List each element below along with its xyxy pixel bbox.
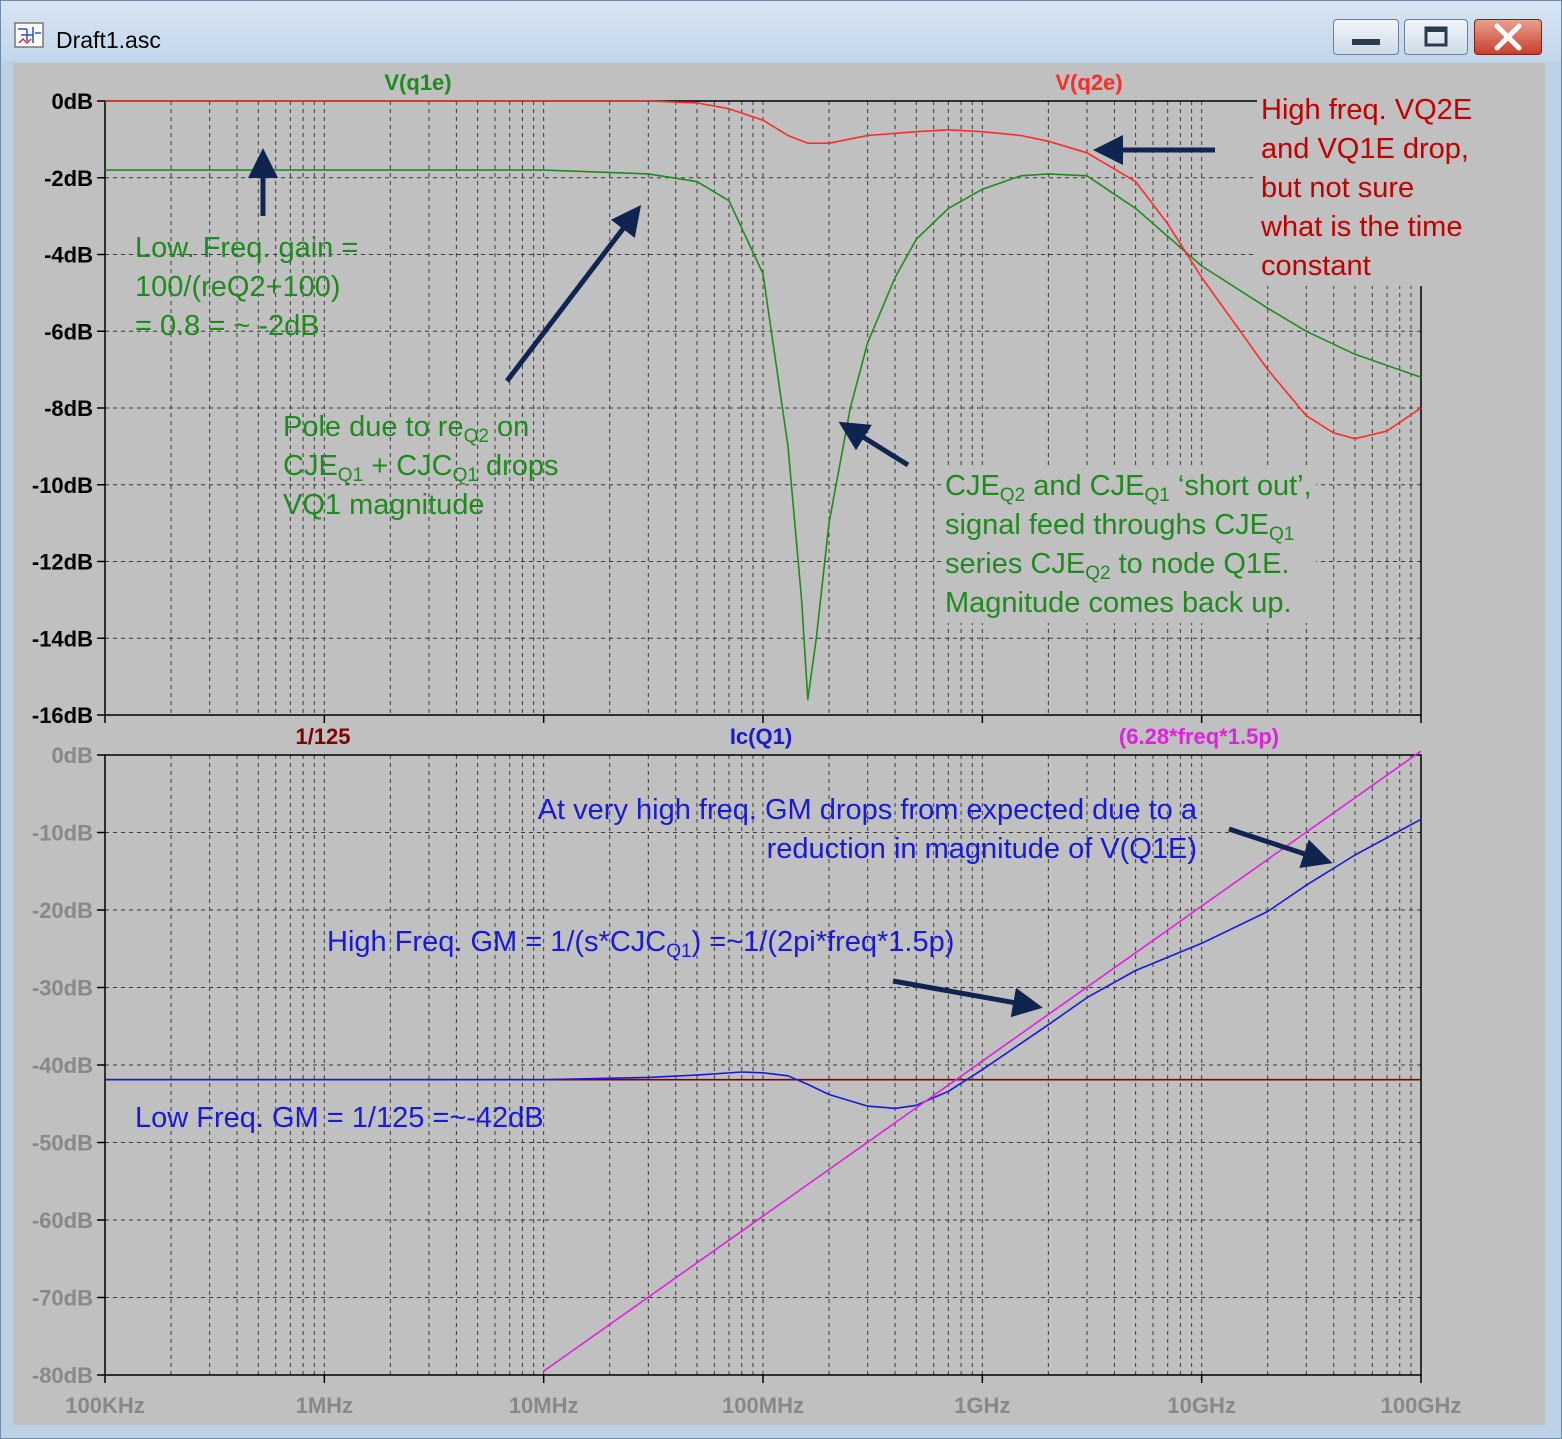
x-tick-label: 1MHz [296,1393,353,1418]
plot-area[interactable]: 0dB -2dB -4dB -6dB -8dB -10dB -12dB -14dB -16dB 0… [13,63,1545,1425]
high-freq-gm-note: High Freq. GM = 1/(s*CJCQ1) =~1/(2pi*fre… [327,926,955,962]
maximize-icon [1424,26,1448,47]
legend-label: (6.28*freq*1.5p) [1119,724,1279,749]
window-title: Draft1.asc [56,27,161,53]
annotation-arrow [505,205,642,383]
y-tick-label: -10dB [32,473,93,498]
y-tick-label: -16dB [32,703,93,728]
y-tick-label: -60dB [32,1208,93,1233]
y-tick-label: 0dB [51,743,93,768]
y-tick-label: 0dB [51,89,93,114]
y-tick-label: -6dB [44,319,93,344]
y-tick-label: -2dB [44,166,93,191]
x-tick-label: 10MHz [509,1393,579,1418]
y-tick-label: -12dB [32,550,93,575]
legend-label: V(q2e) [1055,70,1122,95]
gm-drop-note: At very high freq. GM drops from expecte… [537,794,1197,865]
y-tick-label: -50dB [32,1131,93,1156]
x-tick-label: 10GHz [1167,1393,1235,1418]
y-tick-label: -30dB [32,976,93,1001]
x-tick-label: 100MHz [722,1393,804,1418]
legend-label: V(q1e) [384,70,451,95]
minimize-icon [1352,39,1380,45]
cje-short-out-note: CJEQ2 and CJEQ1 ‘short out’, signal feed… [941,467,1316,623]
pole-note: Pole due to reQ2 on CJEQ1 + CJCQ1 drops … [283,411,559,521]
y-tick-label: -10dB [32,821,93,846]
high-freq-drop-note: High freq. VQ2E and VQ1E drop, but not s… [1257,91,1477,286]
low-freq-gm-note: Low Freq. GM = 1/125 =~-42dB [135,1102,544,1134]
y-tick-label: -4dB [44,243,93,268]
window: Draft1.asc 0dB -2dB -4dB -6dB -8dB -10dB -12dB… [0,0,1562,1439]
y-tick-label: -14dB [32,626,93,651]
x-tick-label: 1GHz [954,1393,1010,1418]
y-tick-label: -40dB [32,1053,93,1078]
close-icon [1494,23,1522,51]
x-tick-label: 100GHz [1381,1393,1462,1418]
y-tick-label: -80dB [32,1363,93,1388]
y-tick-label: -8dB [44,396,93,421]
maximize-button[interactable] [1404,19,1468,55]
schematic-icon [14,22,44,48]
minimize-button[interactable] [1333,19,1399,55]
legend-label: 1/125 [295,724,350,749]
annotation-arrow [1228,826,1333,868]
legend-label: Ic(Q1) [730,724,792,749]
close-button[interactable] [1474,19,1542,55]
annotation-arrow [838,421,910,468]
title-bar[interactable]: Draft1.asc [1,1,1561,61]
x-tick-label: 100KHz [65,1393,144,1418]
annotation-arrow [892,978,1043,1018]
y-tick-label: -20dB [32,898,93,923]
low-freq-gain-note: Low. Freq. gain = 100/(reQ2+100) = 0.8 =… [135,232,359,342]
y-tick-label: -70dB [32,1286,93,1311]
